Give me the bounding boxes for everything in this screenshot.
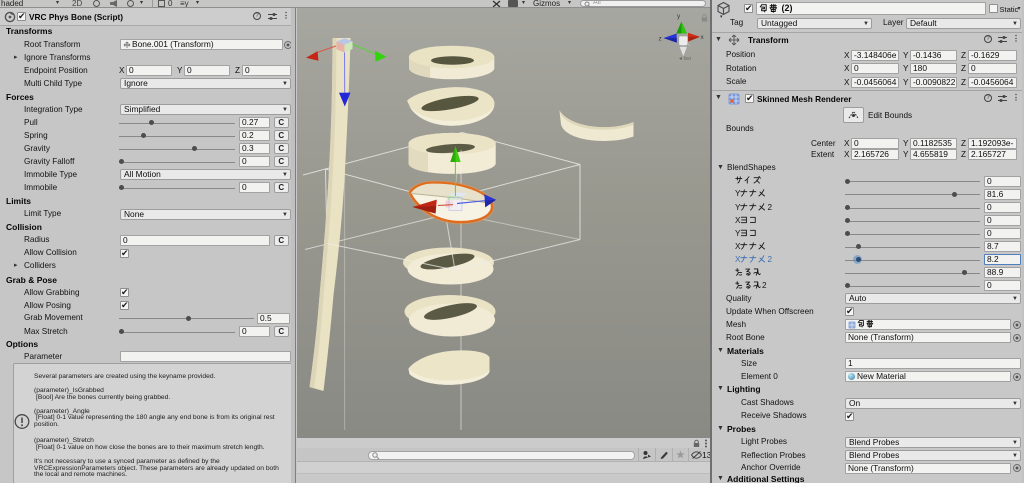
svg-text:z: z [659, 36, 662, 43]
svg-text:◂ Iso: ◂ Iso [679, 56, 691, 62]
